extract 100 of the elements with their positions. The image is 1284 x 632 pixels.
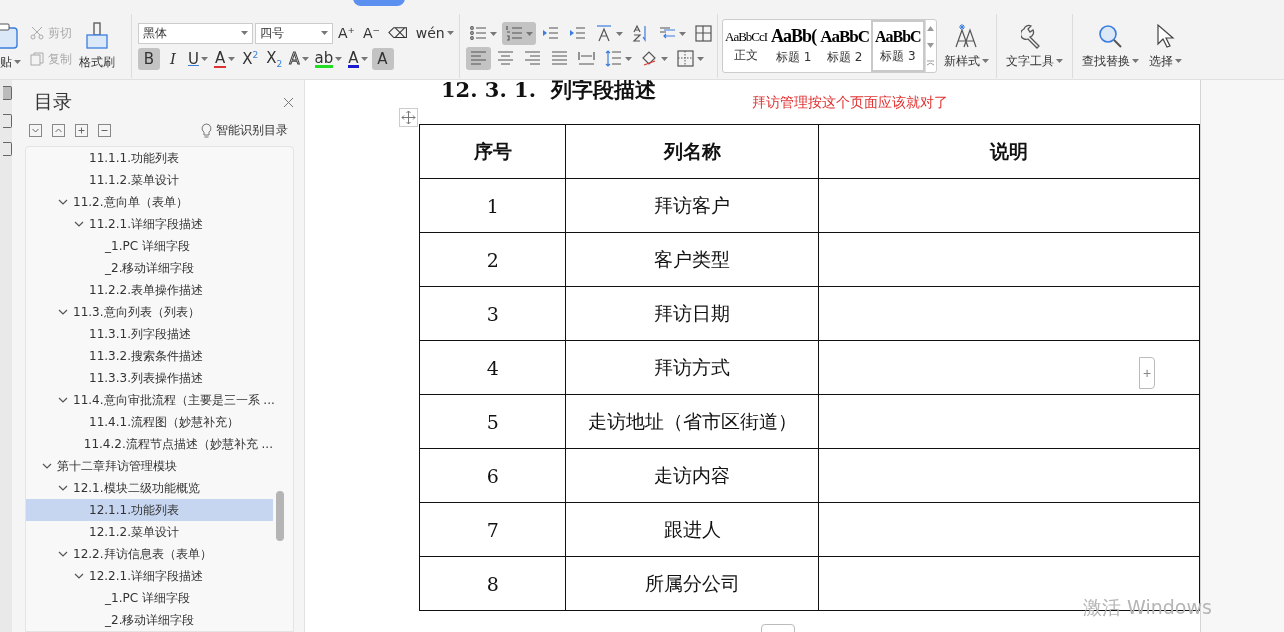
pointer-icon [1154, 22, 1177, 49]
toc-item[interactable]: 11.1.2.菜单设计 [26, 169, 273, 191]
paste-button[interactable]: 贴 [0, 19, 26, 73]
chevron-down-icon[interactable] [58, 395, 68, 405]
move-handle-icon[interactable] [399, 108, 418, 127]
newstyle-button[interactable]: 新样式 [940, 20, 992, 72]
style-preset[interactable]: AaBbC 标题 2 [818, 20, 871, 72]
collapse-all-icon[interactable] [52, 123, 65, 137]
align-left-button[interactable] [466, 47, 491, 70]
dropdown-caret-icon [201, 57, 208, 61]
dropdown-caret-icon [697, 56, 704, 61]
format-button[interactable]: A [371, 48, 394, 70]
scroll-down-icon[interactable] [927, 43, 935, 48]
align-center-icon [496, 49, 515, 68]
search-icon [1097, 22, 1124, 49]
font-tool-button[interactable]: wén [412, 22, 457, 44]
toc-item[interactable]: 12.1.模块二级功能概览 [26, 477, 273, 499]
table-cell: 8 [419, 556, 566, 611]
chevron-down-icon[interactable] [58, 197, 68, 207]
chevron-down-icon[interactable] [42, 461, 52, 471]
toc-item[interactable]: 12.1.1.功能列表 [26, 499, 273, 521]
table-cell: 5 [419, 394, 566, 449]
format-button[interactable]: B [138, 48, 160, 70]
close-icon[interactable] [283, 96, 294, 108]
distribute-icon [577, 49, 596, 68]
remove-level-icon[interactable] [98, 123, 111, 137]
dropdown-caret-icon [616, 31, 623, 36]
format-painter-button[interactable]: 格式刷 [76, 19, 118, 73]
table-cell: 6 [419, 448, 566, 503]
font-tool-button[interactable]: A⁺ [335, 22, 358, 44]
toc-item[interactable]: 11.2.意向单（表单） [26, 191, 273, 213]
find-button[interactable]: 查找替换 [1078, 20, 1142, 72]
table-cell: 拜访客户 [565, 178, 819, 233]
chevron-down-icon[interactable] [74, 571, 84, 581]
toc-item[interactable]: _2.移动详细字段 [26, 257, 273, 279]
numbered-list-button[interactable] [502, 22, 536, 45]
toc-item[interactable]: 11.3.2.搜索条件描述 [26, 345, 273, 367]
table-cell: 1 [419, 178, 566, 233]
page-tab-icon[interactable] [3, 142, 12, 156]
toc-item[interactable]: 11.4.1.流程图（妙慧补充） [26, 411, 273, 433]
dropdown-caret-icon [1055, 59, 1063, 63]
comment-text: 拜访管理按这个页面应该就对了 [751, 94, 948, 112]
format-button[interactable]: U [186, 48, 210, 70]
toc-item[interactable]: 11.4.2.流程节点描述（妙慧补充 ... [26, 433, 273, 455]
chevron-down-icon[interactable] [58, 483, 68, 493]
style-preset[interactable]: AaBbCcI 正文 [723, 20, 770, 72]
toc-item[interactable]: _2.移动详细字段 [26, 609, 273, 631]
table-cell: 拜访日期 [565, 286, 819, 341]
expand-all-icon[interactable] [29, 123, 42, 137]
chevron-down-icon[interactable] [58, 307, 68, 317]
column-header: 列名称 [565, 124, 819, 179]
select-button[interactable]: 选择 [1145, 20, 1185, 72]
column-header: 说明 [818, 124, 1200, 179]
bookmark-tab-icon[interactable] [3, 114, 12, 128]
font-tool-button[interactable]: ⌫ [384, 22, 411, 44]
format-button[interactable]: X$^{2}$ [239, 48, 262, 70]
panel-title: 目录 [34, 89, 72, 114]
table-cell: 走访内容 [565, 448, 819, 503]
justify-icon [550, 49, 569, 68]
format-button[interactable]: A [212, 48, 238, 70]
toc-item[interactable]: 11.3.1.列字段描述 [26, 323, 273, 345]
chevron-down-icon[interactable] [74, 219, 84, 229]
table-cell: 所属分公司 [565, 556, 819, 611]
toc-item[interactable]: 12.2.拜访信息表（表单） [26, 543, 273, 565]
add-level-icon[interactable] [75, 123, 88, 137]
toc-item[interactable]: 11.2.2.表单操作描述 [26, 279, 273, 301]
format-button[interactable]: ab [312, 48, 345, 70]
format-button[interactable]: I [162, 48, 184, 70]
toc-item[interactable]: _1.PC 详细字段 [26, 587, 273, 609]
toc-item[interactable]: 12.1.2.菜单设计 [26, 521, 273, 543]
scroll-up-icon[interactable] [927, 26, 935, 31]
scrollbar-thumb[interactable] [276, 491, 284, 541]
toc-item[interactable]: _1.PC 详细字段 [26, 235, 273, 257]
font-tool-button[interactable]: A⁻ [359, 22, 383, 44]
toc-item[interactable]: 11.4.意向审批流程（主要是三一系 ... [26, 389, 273, 411]
format-button[interactable]: A [346, 48, 370, 70]
toc-item[interactable]: 第十二章拜访管理模块 [26, 455, 273, 477]
toc-item[interactable]: 12.2.1.详细字段描述 [26, 565, 273, 587]
chevron-down-icon[interactable] [58, 549, 68, 559]
table-cell: 2 [419, 232, 566, 287]
table-cell: 拜访方式 [565, 340, 819, 395]
toc-item[interactable]: 11.1.1.功能列表 [26, 147, 273, 169]
outline-tab-icon[interactable] [3, 86, 12, 100]
more-styles-icon[interactable] [927, 60, 935, 66]
scissors-icon [30, 26, 44, 40]
style-preset[interactable]: AaBbC 标题 3 [871, 20, 925, 72]
font-size-field[interactable]: 四号 [255, 22, 333, 44]
texttools-button[interactable]: 文字工具 [1002, 20, 1066, 72]
smart-toc-button[interactable]: 智能识别目录 [195, 120, 294, 140]
table-cell: 4 [419, 340, 566, 395]
add-column-button[interactable]: + [1139, 357, 1155, 389]
format-button[interactable]: X$_{2}$ [263, 48, 286, 70]
font-name-field[interactable]: 黑体 [138, 22, 253, 44]
dropdown-caret-icon [981, 59, 989, 63]
toc-item[interactable]: 11.3.意向列表（列表） [26, 301, 273, 323]
format-brush-icon [85, 21, 109, 50]
style-preset[interactable]: AaBb( 标题 1 [769, 20, 819, 72]
dropdown-caret-icon [228, 57, 236, 61]
toc-item[interactable]: 11.2.1.详细字段描述 [26, 213, 273, 235]
toc-item[interactable]: 11.3.3.列表操作描述 [26, 367, 273, 389]
